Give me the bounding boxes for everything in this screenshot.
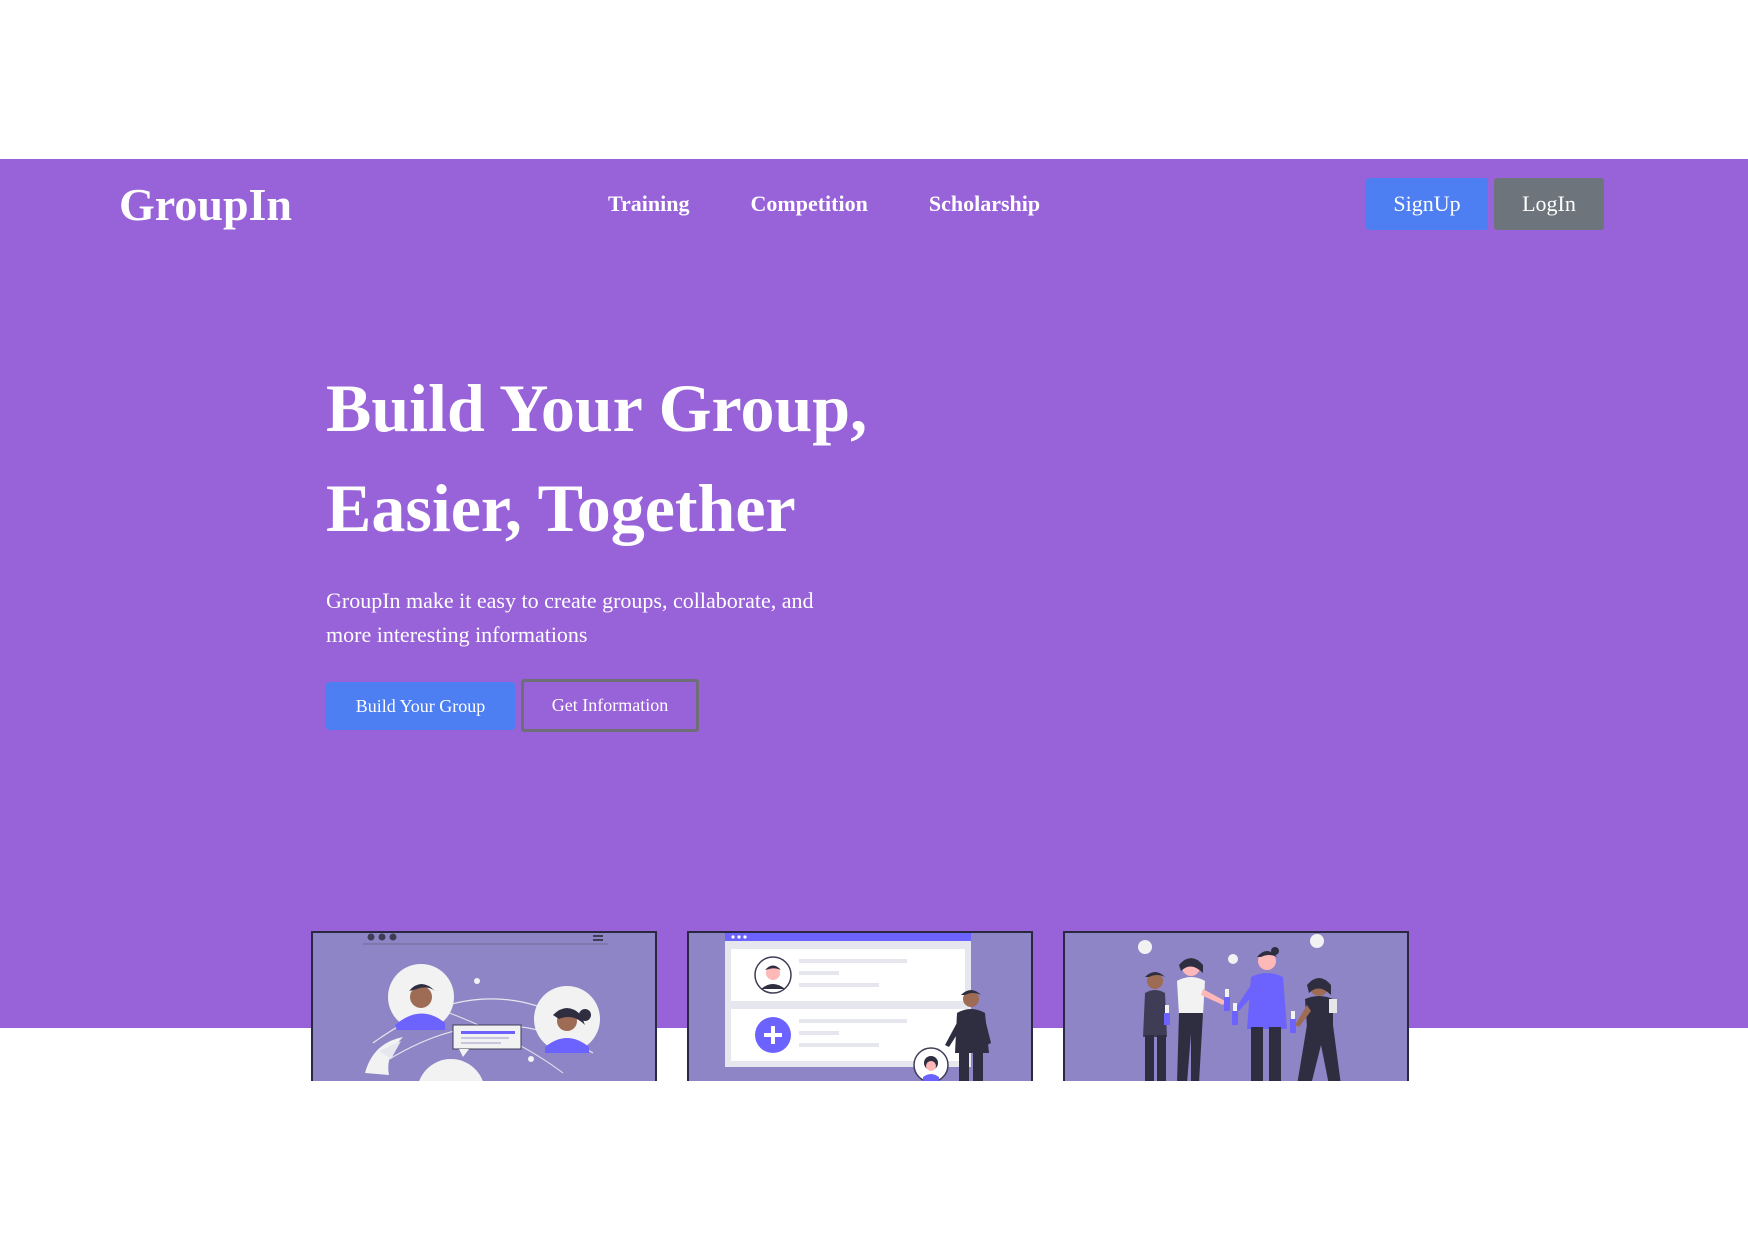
get-information-button[interactable]: Get Information xyxy=(521,679,699,732)
hero-headline: Build Your Group, Easier, Together xyxy=(326,358,966,558)
hero-headline-line-2: Easier, Together xyxy=(326,470,796,546)
nav-item-scholarship[interactable]: Scholarship xyxy=(929,190,1040,218)
illustration-card-celebration xyxy=(1063,931,1409,1081)
chat-people-icon xyxy=(363,933,608,1081)
profile-list-icon xyxy=(725,933,991,1081)
main-nav: Training Competition Scholarship xyxy=(608,190,1101,218)
signup-button[interactable]: SignUp xyxy=(1366,178,1488,230)
build-your-group-button[interactable]: Build Your Group xyxy=(326,682,515,730)
illustration-card-profiles xyxy=(687,931,1033,1081)
brand-logo[interactable]: GroupIn xyxy=(119,178,292,232)
login-button[interactable]: LogIn xyxy=(1494,178,1604,230)
nav-item-competition[interactable]: Competition xyxy=(751,190,868,218)
illustration-card-chat xyxy=(311,931,657,1081)
hero-headline-line-1: Build Your Group, xyxy=(326,370,868,446)
landing-page: GroupIn Training Competition Scholarship… xyxy=(0,0,1748,1240)
hero-section xyxy=(0,159,1748,1028)
nav-item-training[interactable]: Training xyxy=(608,190,690,218)
hero-subtext: GroupIn make it easy to create groups, c… xyxy=(326,588,814,647)
people-toasting-icon xyxy=(1138,934,1341,1081)
